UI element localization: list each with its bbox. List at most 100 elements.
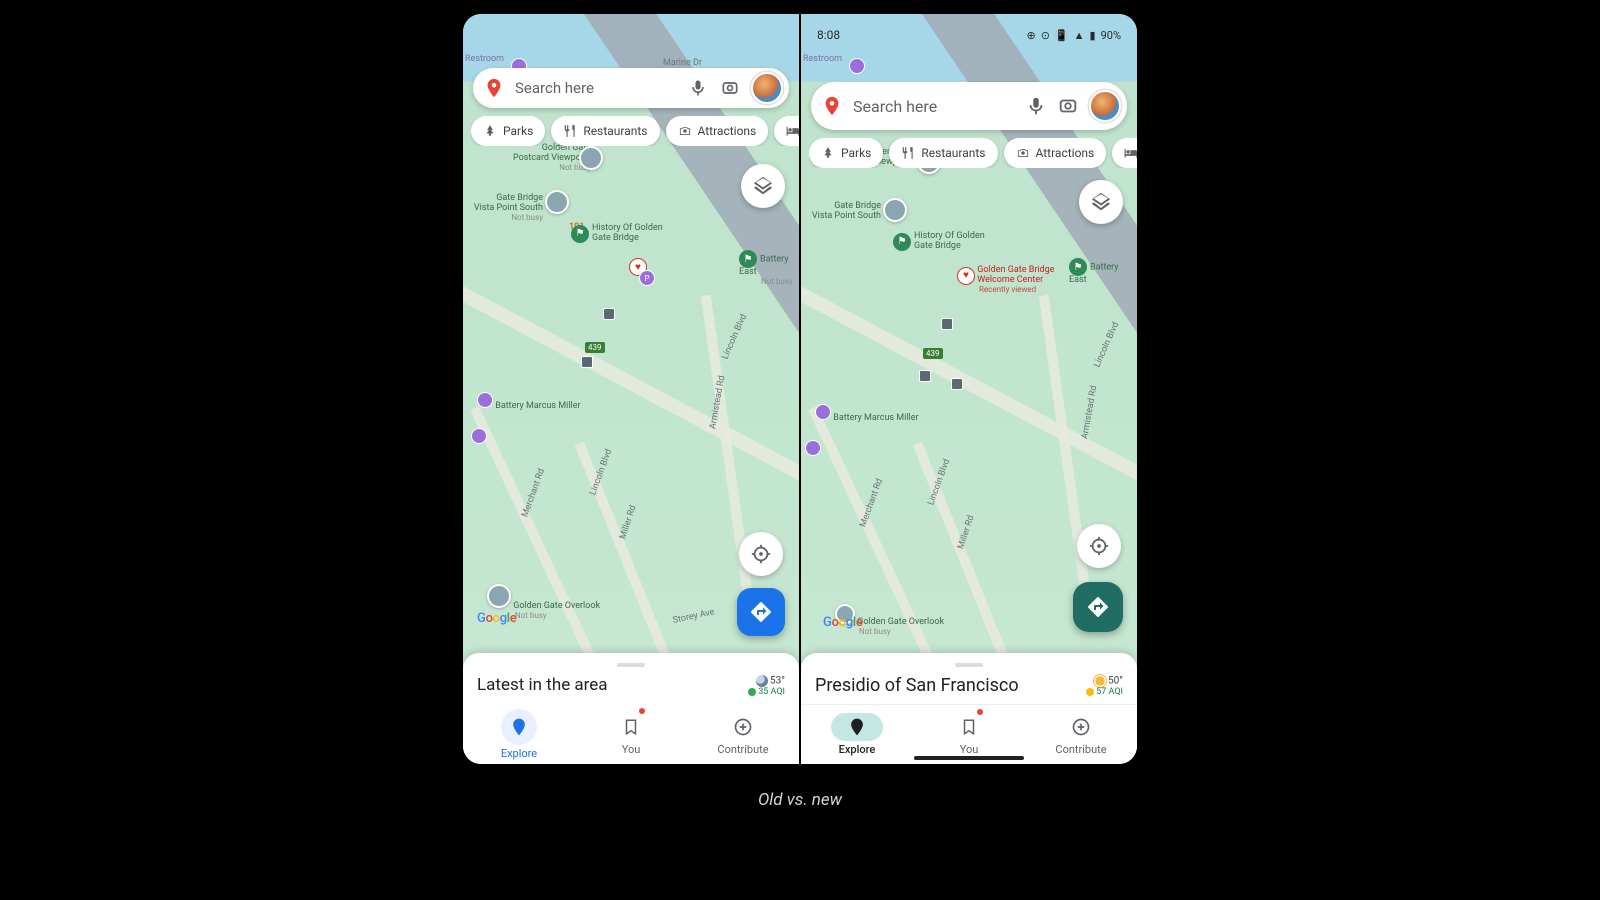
bookmark-icon [960,718,978,736]
poi-marcus[interactable]: Battery Marcus Miller [477,392,581,412]
poi-marcus[interactable]: Battery Marcus Miller [815,404,919,424]
battery-percent: 90% [1101,29,1121,42]
purple-pin-icon[interactable] [471,428,487,444]
chip-parks[interactable]: Parks [809,138,883,168]
purple-pin-icon [815,404,831,420]
google-watermark: Google [823,615,862,630]
bottom-nav: Explore You Contribute [801,704,1137,764]
comparison-stage: Lincoln Blvd Lincoln Blvd Merchant Rd Mi… [463,14,1137,764]
poi-photo-pin[interactable] [579,146,603,170]
route-badge-439: 439 [585,342,605,353]
chip-attractions[interactable]: Attractions [1004,138,1107,168]
purple-pin-icon[interactable] [849,58,865,74]
profile-avatar[interactable] [751,72,783,104]
search-placeholder: Search here [853,97,1015,116]
lens-icon[interactable] [719,77,741,99]
directions-icon [1086,595,1110,619]
bottom-nav: Explore You Contribute [463,704,799,764]
purple-pin-icon[interactable] [805,440,821,456]
layers-button[interactable] [1079,180,1123,224]
flag-icon: ⚑ [739,250,757,268]
poi-vista-south[interactable]: Gate Bridge Vista Point South [801,202,881,222]
vpn-icon: ⊕ [1026,29,1035,42]
square-pin-icon[interactable] [581,356,593,368]
layers-button[interactable] [741,164,785,208]
bottom-sheet[interactable]: Latest in the area 53° 35 AQI [463,653,799,704]
tree-icon [821,146,835,160]
bed-icon [1124,146,1137,160]
poi-battery-east[interactable]: ⚑Battery East [1069,258,1137,286]
caption: Old vs. new [758,790,842,810]
route-badge-439: 439 [923,348,943,359]
category-chips: Parks Restaurants Attractions Hotels [471,116,799,146]
poi-history[interactable]: ⚑History Of Golden Gate Bridge [893,232,985,252]
chip-hotels[interactable]: Hotels [774,116,799,146]
road-label-miller: Miller Rd [618,504,638,540]
plus-circle-icon [1071,717,1091,737]
directions-button[interactable] [1073,582,1123,632]
plus-circle-icon [733,717,753,737]
road-label-marine: Marine Dr [663,58,702,68]
poi-photo-pin-2[interactable] [883,198,907,222]
category-chips: Parks Restaurants Attractions Hotels [809,138,1137,168]
my-location-button[interactable] [1077,524,1121,568]
chip-hotels[interactable]: Hotels [1112,138,1137,168]
sheet-title: Presidio of San Francisco [815,675,1019,696]
chip-restaurants[interactable]: Restaurants [551,116,659,146]
square-pin-icon[interactable] [951,378,963,390]
poi-restroom[interactable]: Restroom [465,54,504,64]
camera-icon [1016,146,1030,160]
maps-pin-icon [483,77,505,99]
status-time: 8:08 [817,28,840,42]
status-bar: 8:08 ⊕ ⊙ 📳 ▲ ▮ 90% [801,14,1137,56]
square-pin-icon[interactable] [941,318,953,330]
gesture-bar[interactable] [914,756,1024,760]
sheet-title: Latest in the area [477,675,608,695]
chip-parks[interactable]: Parks [471,116,545,146]
my-location-button[interactable] [739,532,783,576]
sheet-drag-handle[interactable] [955,663,983,667]
poi-vista-south[interactable]: Gate Bridge Vista Point SouthNot busy [463,194,543,223]
microphone-icon[interactable] [687,77,709,99]
sheet-drag-handle[interactable] [617,663,645,667]
parking-pin-icon[interactable]: P [639,270,655,286]
directions-button[interactable] [737,588,785,636]
flag-icon: ⚑ [893,233,911,251]
search-bar[interactable]: Search here [811,82,1127,130]
weather-widget[interactable]: 50° 57 AQI [1086,675,1123,698]
road-label-lincoln: Lincoln Blvd [720,313,749,361]
chip-attractions[interactable]: Attractions [666,116,769,146]
poi-history[interactable]: ⚑History Of Golden Gate Bridge [571,224,663,244]
aqi-dot-icon [748,688,756,696]
phone-new: 8:08 ⊕ ⊙ 📳 ▲ ▮ 90% Lincoln Blvd Lincoln … [801,14,1137,764]
microphone-icon[interactable] [1025,95,1047,117]
heart-pin-icon: ♥ [957,267,975,285]
profile-avatar[interactable] [1089,90,1121,122]
chip-restaurants[interactable]: Restaurants [889,138,997,168]
location-icon: ⊙ [1041,29,1050,42]
nav-contribute[interactable]: Contribute [1025,705,1137,764]
bookmark-icon [622,718,640,736]
crosshair-icon [750,543,772,565]
bottom-sheet[interactable]: Presidio of San Francisco 50° 57 AQI [801,653,1137,704]
weather-widget[interactable]: 53° 35 AQI [748,675,785,698]
nav-explore[interactable]: Explore [801,705,913,764]
nav-explore[interactable]: Explore [463,704,575,764]
google-watermark: Google [477,611,516,626]
restaurant-icon [563,124,577,138]
search-bar[interactable]: Search here [473,68,789,108]
road-label-merchant: Merchant Rd [520,467,547,518]
poi-battery-east[interactable]: ⚑Battery EastNot busy [739,250,799,287]
poi-welcome-center[interactable]: ♥ Golden Gate Bridge Welcome Center Rece… [957,266,1054,295]
vibrate-icon: 📳 [1055,29,1069,42]
poi-photo-pin-2[interactable] [545,190,569,214]
nav-contribute[interactable]: Contribute [687,704,799,764]
phone-old: Lincoln Blvd Lincoln Blvd Merchant Rd Mi… [463,14,799,764]
status-icons: ⊕ ⊙ 📳 ▲ ▮ 90% [1026,29,1121,42]
lens-icon[interactable] [1057,95,1079,117]
notification-dot [977,709,983,715]
square-pin-icon[interactable] [603,308,615,320]
square-pin-icon[interactable] [919,370,931,382]
nav-you[interactable]: You [575,704,687,764]
battery-icon: ▮ [1090,29,1096,42]
